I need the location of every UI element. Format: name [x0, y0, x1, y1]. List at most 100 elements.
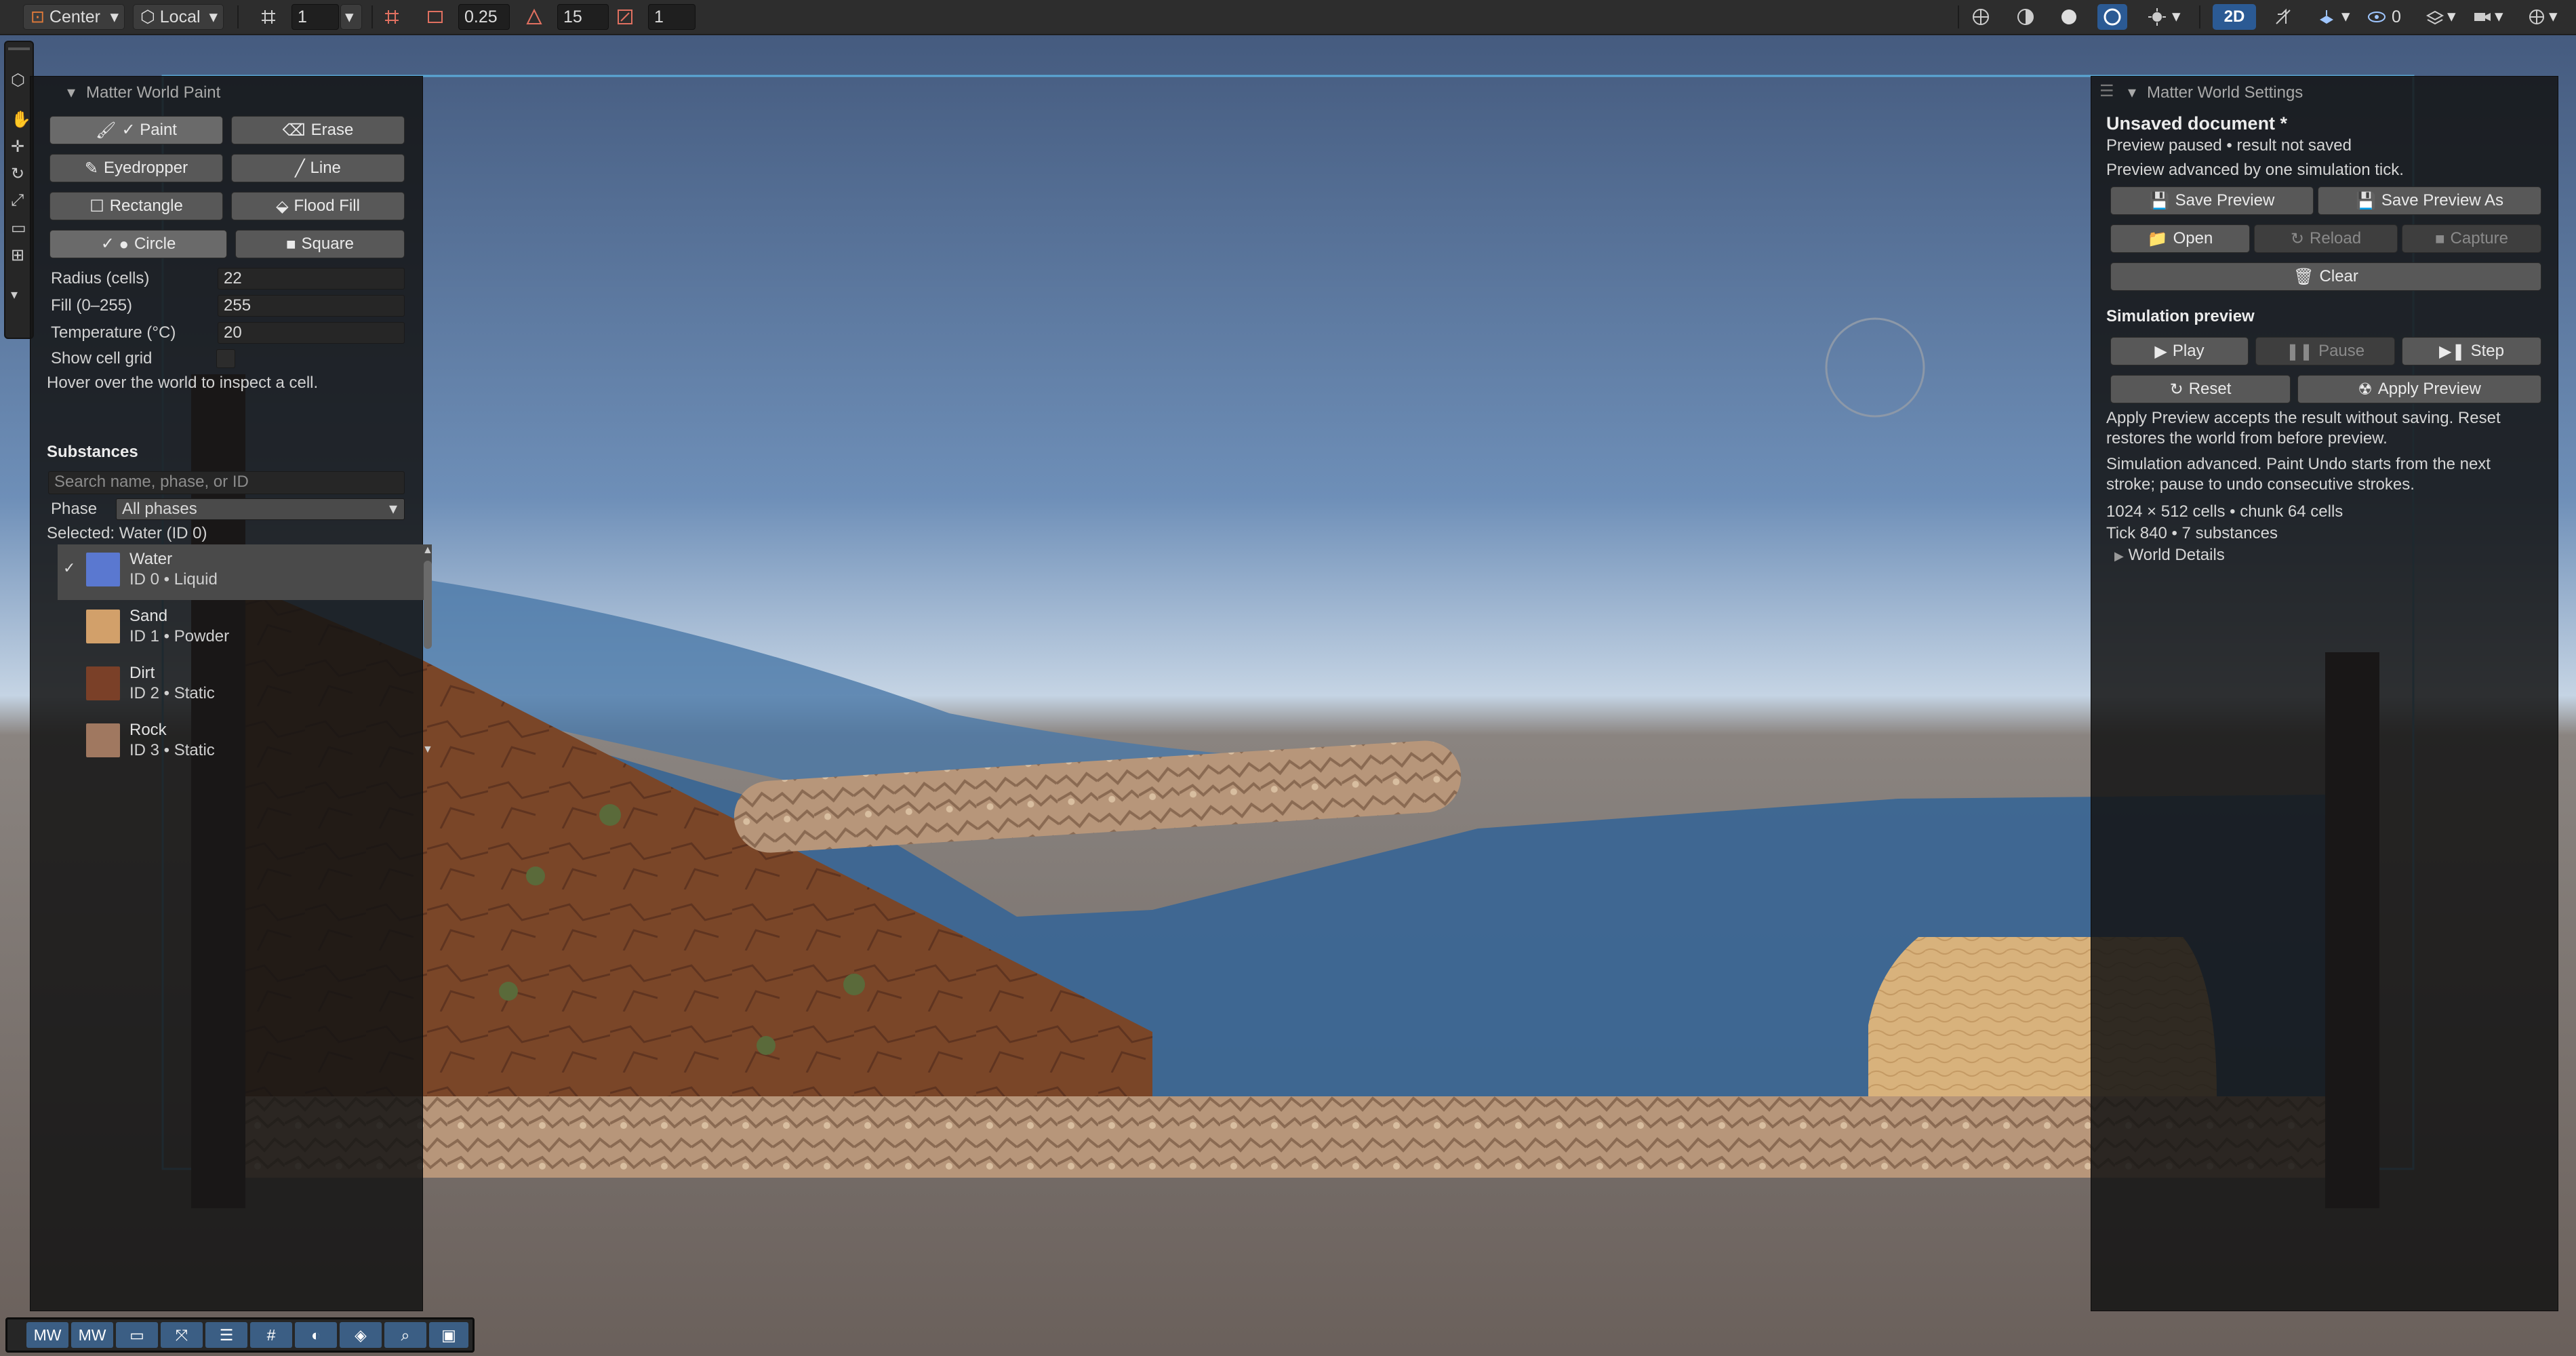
hand-tool-icon[interactable]: ✋	[11, 110, 31, 129]
transform-tool-icon[interactable]: ⊞	[11, 245, 24, 265]
drag-handle[interactable]	[8, 47, 30, 50]
cube-icon[interactable]: ⬡	[11, 71, 30, 89]
chevron-down-icon[interactable]: ▾	[2444, 4, 2463, 30]
temperature-field[interactable]: 20	[218, 322, 405, 344]
substance-swatch	[86, 553, 120, 586]
substance-swatch	[86, 610, 120, 643]
scroll-down-icon[interactable]: ▼	[422, 744, 433, 756]
settings-panel-title: Matter World Settings	[2147, 83, 2303, 102]
toolbar-divider	[371, 5, 373, 28]
chevron-down-icon[interactable]: ▾	[2339, 4, 2358, 30]
rotate-snap-field[interactable]: 15	[557, 4, 609, 30]
lighting-icon[interactable]: ◐	[295, 1322, 337, 1348]
collapse-triangle-icon: ▾	[2128, 83, 2137, 102]
erase-tool-button[interactable]: ⌫ Erase	[231, 116, 405, 144]
show-grid-checkbox[interactable]	[216, 349, 235, 368]
audio-mute-icon[interactable]	[2268, 4, 2298, 30]
snap-increment-icon[interactable]	[377, 4, 407, 30]
shaded-sphere-icon[interactable]	[2054, 4, 2084, 30]
chevron-down-icon[interactable]: ▾	[340, 4, 362, 30]
folder-icon: 📁	[2147, 229, 2168, 248]
reset-button[interactable]: ↻ Reset	[2110, 375, 2291, 403]
visibility-toggle[interactable]: 0	[2362, 4, 2413, 30]
settings-sliders-icon[interactable]: ☰	[205, 1322, 247, 1348]
paint-panel-header[interactable]: ▾ Matter World Paint	[31, 77, 422, 109]
globe-icon[interactable]	[1966, 4, 1996, 30]
fx-layers-icon[interactable]	[2312, 4, 2341, 30]
settings-panel-header[interactable]: ☰ ▾ Matter World Settings	[2091, 77, 2558, 109]
radius-field[interactable]: 22	[218, 268, 405, 290]
scrollbar[interactable]: ▲ ▼	[421, 544, 435, 772]
clear-button[interactable]: 🗑 Clear	[2110, 262, 2541, 291]
camera-icon: ■	[2435, 229, 2445, 248]
fill-field[interactable]: 255	[218, 295, 405, 317]
phase-dropdown[interactable]: All phases ▾	[116, 498, 405, 520]
effects-icon[interactable]	[2142, 4, 2172, 30]
scroll-up-icon[interactable]: ▲	[422, 544, 433, 557]
save-preview-button[interactable]: 💾 Save Preview	[2110, 186, 2314, 215]
chevron-down-icon[interactable]: ▾	[2169, 4, 2188, 30]
rect-tool-icon[interactable]: ▭	[11, 218, 26, 238]
move-snap-field[interactable]: 0.25	[458, 4, 510, 30]
chevron-down-icon[interactable]: ▾	[2492, 4, 2511, 30]
scroll-thumb[interactable]	[424, 561, 432, 649]
save-preview-as-button[interactable]: 💾 Save Preview As	[2318, 186, 2541, 215]
grid-snap-field[interactable]: 1	[291, 4, 339, 30]
drag-handle-icon[interactable]: ☰	[2099, 75, 2114, 108]
eyedropper-tool-button[interactable]: ✎ Eyedropper	[49, 154, 223, 182]
custom-tool-icon[interactable]: ▾	[11, 286, 18, 303]
flood-fill-tool-button[interactable]: ⬙ Flood Fill	[231, 192, 405, 220]
grid-snap-icon[interactable]	[254, 4, 283, 30]
chevron-down-icon[interactable]: ▾	[2546, 4, 2565, 30]
play-button[interactable]: ▶ Play	[2110, 337, 2249, 365]
apply-note-line-2: restores the world from before preview.	[2106, 429, 2388, 447]
sim-note-line-2: stroke; pause to undo consecutive stroke…	[2106, 475, 2415, 494]
pause-icon: ❚❚	[2285, 342, 2314, 361]
list-item[interactable]: ✓ Water ID 0 • Liquid	[58, 544, 432, 600]
layers-icon[interactable]: ◈	[340, 1322, 382, 1348]
hover-hint: Hover over the world to inspect a cell.	[47, 374, 319, 392]
circle-shape-button[interactable]: ✓ ● Circle	[49, 230, 227, 258]
world-details-foldout[interactable]: ▶ World Details	[2114, 546, 2225, 565]
shading-icon[interactable]	[2011, 4, 2040, 30]
capture-button[interactable]: ■ Capture	[2402, 224, 2541, 253]
list-item[interactable]: Rock ID 3 • Static	[58, 715, 432, 771]
square-shape-button[interactable]: ■ Square	[235, 230, 405, 258]
substance-search-input[interactable]: Search name, phase, or ID	[48, 471, 405, 494]
move-snap-icon[interactable]	[420, 4, 450, 30]
eyedropper-icon: ✎	[84, 159, 99, 178]
line-tool-button[interactable]: ╱ Line	[231, 154, 405, 182]
scale-tool-icon[interactable]: ⤢	[11, 191, 24, 210]
preview-status: Preview paused • result not saved	[2106, 136, 2352, 155]
scene-camera-icon[interactable]: ▣	[429, 1322, 468, 1348]
grid-icon[interactable]: #	[250, 1322, 292, 1348]
mw-button-2[interactable]: MW	[71, 1322, 113, 1348]
step-button[interactable]: ▶❚ Step	[2402, 337, 2541, 365]
pivot-dropdown[interactable]: ⊡ Center ▾	[23, 4, 125, 30]
list-item[interactable]: Sand ID 1 • Powder	[58, 601, 432, 657]
rect-select-icon[interactable]: ▭	[116, 1322, 158, 1348]
rectangle-tool-button[interactable]: ☐ Rectangle	[49, 192, 223, 220]
open-button[interactable]: 📁 Open	[2110, 224, 2250, 253]
pause-button[interactable]: ❚❚ Pause	[2255, 337, 2395, 365]
scale-snap-field[interactable]: 1	[648, 4, 696, 30]
substance-swatch	[86, 666, 120, 700]
chevron-down-icon: ▾	[388, 500, 397, 518]
moss-patch	[843, 974, 865, 995]
apply-preview-button[interactable]: ☢ Apply Preview	[2297, 375, 2541, 403]
search-icon[interactable]: ⌕	[384, 1322, 426, 1348]
mode-2d-button[interactable]: 2D	[2213, 4, 2256, 30]
rotate-tool-icon[interactable]: ↻	[11, 164, 24, 184]
mw-button-1[interactable]: MW	[26, 1322, 68, 1348]
space-dropdown[interactable]: ⬡ Local ▾	[133, 4, 224, 30]
scale-snap-icon[interactable]	[610, 4, 640, 30]
rotate-snap-icon[interactable]	[519, 4, 549, 30]
list-item[interactable]: Dirt ID 2 • Static	[58, 658, 432, 714]
scene-toolbar: ⊡ Center ▾ ⬡ Local ▾ 1 ▾ 0.25 15 1 ▾ 2D …	[0, 0, 2576, 35]
transform-icon[interactable]: ⤧	[161, 1322, 203, 1348]
lighting-icon[interactable]	[2097, 4, 2127, 30]
paint-tool-button[interactable]: 🖌 ✓ Paint	[49, 116, 223, 144]
move-tool-icon[interactable]: ✛	[11, 137, 24, 157]
reload-button[interactable]: ↻ Reload	[2254, 224, 2398, 253]
play-icon: ▶	[2154, 342, 2167, 361]
